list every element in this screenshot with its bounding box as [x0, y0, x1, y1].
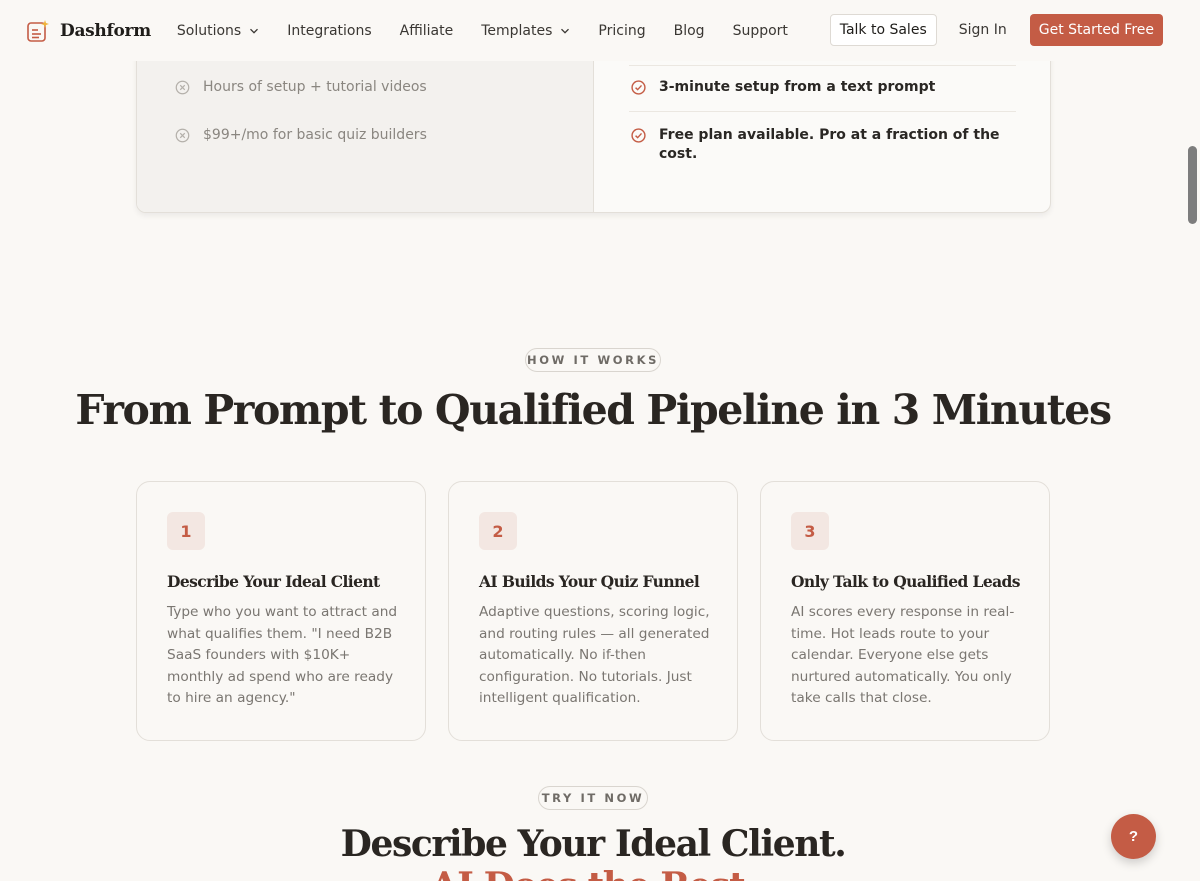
step-card-2: 2 AI Builds Your Quiz Funnel Adaptive qu… [448, 481, 738, 741]
scrollbar-track[interactable] [1186, 0, 1200, 881]
divider [629, 111, 1016, 112]
comparison-old-item: $99+/mo for basic quiz builders [174, 126, 427, 145]
x-circle-icon [175, 128, 190, 143]
nav-templates-label: Templates [481, 22, 553, 39]
how-it-works-title: From Prompt to Qualified Pipeline in 3 M… [75, 386, 1112, 434]
step-card-1: 1 Describe Your Ideal Client Type who yo… [136, 481, 426, 741]
nav-solutions-label: Solutions [176, 22, 242, 39]
comparison-old-text: $99+/mo for basic quiz builders [203, 127, 427, 143]
step-description: Type who you want to attract and what qu… [167, 604, 398, 707]
step-description: Adaptive questions, scoring logic, and r… [479, 604, 710, 707]
comparison-new-item: 3-minute setup from a text prompt [630, 78, 935, 97]
step-title: Describe Your Ideal Client [167, 572, 380, 591]
primary-nav: Solutions Integrations Affiliate Templat… [177, 23, 816, 39]
try-it-now-subtitle: AI Does the Rest. [0, 862, 1186, 881]
step-description: AI scores every response in real-time. H… [791, 604, 1015, 707]
comparison-old-text: Hours of setup + tutorial videos [203, 79, 427, 95]
comparison-new-text: 3-minute setup from a text prompt [659, 79, 936, 95]
nav-solutions[interactable]: Solutions [177, 23, 259, 39]
step-title: AI Builds Your Quiz Funnel [479, 572, 700, 591]
nav-support[interactable]: Support [733, 23, 788, 39]
chevron-down-icon [250, 28, 259, 34]
step-card-3: 3 Only Talk to Qualified Leads AI scores… [760, 481, 1050, 741]
divider [629, 65, 1016, 66]
talk-to-sales-button[interactable]: Talk to Sales [829, 14, 937, 46]
how-it-works-eyebrow: HOW IT WORKS [525, 348, 661, 372]
nav-actions: Talk to Sales Sign In Get Started Free [829, 14, 1163, 46]
brand-logo[interactable]: Dashform [26, 19, 151, 43]
nav-pricing-label: Pricing [598, 22, 646, 39]
try-it-now-eyebrow: TRY IT NOW [538, 786, 648, 810]
step-number: 2 [479, 512, 517, 550]
step-title: Only Talk to Qualified Leads [791, 572, 1020, 591]
dashform-logo-icon [26, 19, 50, 43]
nav-blog-label: Blog [673, 22, 705, 39]
x-circle-icon [175, 80, 190, 95]
help-chat-button[interactable]: ? [1111, 814, 1156, 859]
step-number: 3 [791, 512, 829, 550]
check-circle-icon [631, 128, 646, 143]
chevron-down-icon [561, 28, 570, 34]
nav-support-label: Support [732, 22, 788, 39]
comparison-new-text: Free plan available. Pro at a fraction o… [659, 127, 1000, 162]
check-circle-icon [631, 80, 646, 95]
nav-templates[interactable]: Templates [481, 23, 570, 39]
scrollbar-thumb[interactable] [1188, 146, 1197, 224]
nav-pricing[interactable]: Pricing [598, 23, 645, 39]
nav-integrations-label: Integrations [287, 22, 372, 39]
nav-affiliate-label: Affiliate [399, 22, 454, 39]
sign-in-link[interactable]: Sign In [959, 22, 1007, 38]
top-navbar: Dashform Solutions Integrations Affiliat… [0, 0, 1186, 61]
nav-integrations[interactable]: Integrations [287, 23, 371, 39]
brand-name: Dashform [60, 20, 151, 41]
comparison-new-item: Free plan available. Pro at a fraction o… [630, 126, 1000, 164]
nav-affiliate[interactable]: Affiliate [400, 23, 454, 39]
step-number: 1 [167, 512, 205, 550]
comparison-old-item: Hours of setup + tutorial videos [174, 78, 427, 97]
try-it-now-title: Describe Your Ideal Client. [340, 823, 847, 865]
get-started-button[interactable]: Get Started Free [1029, 14, 1163, 46]
nav-blog[interactable]: Blog [674, 23, 705, 39]
